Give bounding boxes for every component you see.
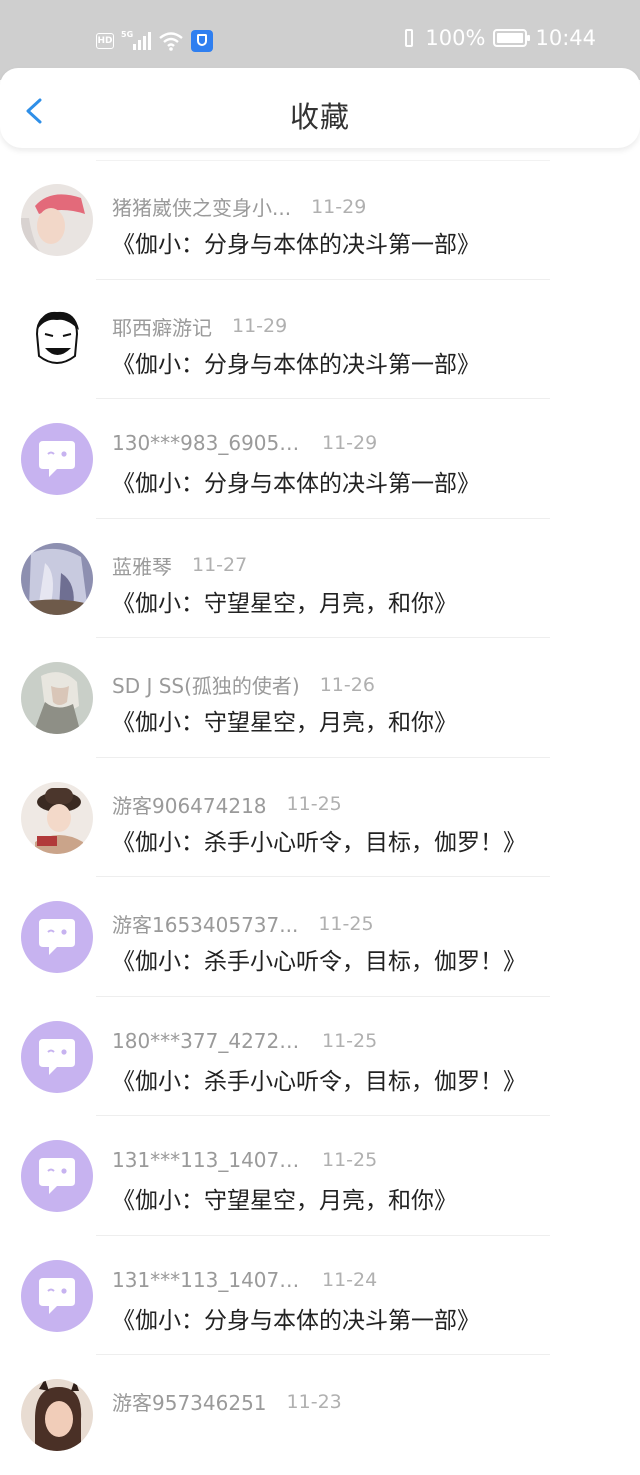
- date: 11-26: [319, 673, 375, 696]
- favorite-title[interactable]: 《伽小：守望星空，月亮，和你》: [112, 703, 457, 737]
- default-avatar-icon[interactable]: [21, 1140, 93, 1212]
- default-avatar-icon[interactable]: [21, 1020, 93, 1093]
- username: 130***983_69053...: [112, 431, 302, 455]
- username: 游客1653405737...: [112, 913, 299, 937]
- item-meta: SD J SS(孤独的使者) 11-26: [112, 670, 375, 699]
- battery-icon: [493, 29, 531, 47]
- list-item[interactable]: SD J SS(孤独的使者) 11-26 《伽小：守望星空，月亮，和你》: [0, 638, 640, 758]
- list-item[interactable]: 猪猪崴侠之变身小... 11-29 《伽小：分身与本体的决斗第一部》: [0, 160, 640, 280]
- list-item[interactable]: 游客1653405737... 11-25 《伽小：杀手小心听令，目标，伽罗！》: [0, 877, 640, 997]
- username: 蓝雅琴: [112, 554, 172, 579]
- hd-icon: HD: [96, 33, 114, 49]
- username: 131***113_14077...: [112, 1267, 302, 1292]
- favorite-title[interactable]: 《伽小：杀手小心听令，目标，伽罗！》: [112, 1062, 526, 1096]
- item-meta: 耶西癖游记 11-29: [112, 312, 287, 341]
- user-avatar[interactable]: [21, 781, 93, 854]
- security-shield-icon: [191, 30, 213, 52]
- vibrate-icon: [401, 27, 417, 49]
- date: 11-23: [286, 1390, 342, 1413]
- item-meta: 蓝雅琴 11-27: [112, 551, 247, 580]
- list-item[interactable]: 180***377_42725... 11-25 《伽小：杀手小心听令，目标，伽…: [0, 997, 640, 1116]
- status-icons-left: HD 5G: [96, 28, 213, 54]
- wifi-icon: [159, 32, 183, 51]
- user-avatar[interactable]: [21, 1379, 93, 1451]
- item-meta: 游客906474218 11-25: [112, 790, 342, 819]
- default-avatar-icon[interactable]: [21, 901, 93, 973]
- favorite-title[interactable]: 《伽小：守望星空，月亮，和你》: [112, 584, 457, 618]
- status-icons-right: 100% 10:44: [401, 26, 596, 50]
- username: 131***113_14077...: [112, 1148, 302, 1172]
- favorite-title[interactable]: 《伽小：分身与本体的决斗第一部》: [112, 225, 480, 259]
- list-item[interactable]: 游客906474218 11-25 《伽小：杀手小心听令，目标，伽罗！》: [0, 758, 640, 877]
- username: 游客957346251: [112, 1391, 267, 1415]
- item-meta: 131***113_14077... 11-24: [112, 1268, 377, 1292]
- item-meta: 游客957346251 11-23: [112, 1387, 342, 1416]
- date: 11-29: [322, 432, 378, 454]
- date: 11-25: [322, 1029, 378, 1052]
- header-bar: 收藏: [0, 68, 640, 148]
- list-item[interactable]: 游客957346251 11-23: [0, 1355, 640, 1475]
- date: 11-24: [322, 1268, 378, 1291]
- date: 11-27: [192, 554, 248, 576]
- username: 猪猪崴侠之变身小...: [112, 196, 292, 220]
- date: 11-29: [232, 315, 288, 337]
- item-meta: 猪猪崴侠之变身小... 11-29: [112, 192, 366, 221]
- list-item[interactable]: 131***113_14077... 11-25 《伽小：守望星空，月亮，和你》: [0, 1116, 640, 1236]
- user-avatar[interactable]: [21, 184, 93, 256]
- date: 11-25: [322, 1149, 378, 1171]
- favorite-title[interactable]: 《伽小：守望星空，月亮，和你》: [112, 1181, 457, 1215]
- list-item[interactable]: 130***983_69053... 11-29 《伽小：分身与本体的决斗第一部…: [0, 399, 640, 519]
- list-item[interactable]: 131***113_14077... 11-24 《伽小：分身与本体的决斗第一部…: [0, 1236, 640, 1355]
- list-item[interactable]: 耶西癖游记 11-29 《伽小：分身与本体的决斗第一部》: [0, 280, 640, 399]
- favorite-title[interactable]: 《伽小：分身与本体的决斗第一部》: [112, 345, 480, 379]
- user-avatar[interactable]: [21, 662, 93, 734]
- page-title: 收藏: [289, 100, 350, 134]
- 5g-signal-icon: 5G: [121, 30, 151, 52]
- username: 耶西癖游记: [112, 315, 212, 340]
- date: 11-29: [311, 195, 367, 218]
- battery-percent: 100%: [425, 26, 486, 50]
- favorite-title[interactable]: 《伽小：分身与本体的决斗第一部》: [112, 1301, 480, 1335]
- date: 11-25: [318, 912, 374, 935]
- default-avatar-icon[interactable]: [21, 1259, 93, 1332]
- user-avatar[interactable]: [21, 303, 93, 376]
- username: 游客906474218: [112, 793, 267, 818]
- list-item[interactable]: 蓝雅琴 11-27 《伽小：守望星空，月亮，和你》: [0, 519, 640, 638]
- item-meta: 130***983_69053... 11-29: [112, 431, 377, 455]
- favorite-title[interactable]: 《伽小：杀手小心听令，目标，伽罗！》: [112, 823, 526, 857]
- date: 11-25: [286, 793, 342, 815]
- favorite-title[interactable]: 《伽小：杀手小心听令，目标，伽罗！》: [112, 942, 526, 976]
- favorite-title[interactable]: 《伽小：分身与本体的决斗第一部》: [112, 464, 480, 498]
- item-meta: 131***113_14077... 11-25: [112, 1148, 377, 1172]
- item-meta: 180***377_42725... 11-25: [112, 1029, 377, 1053]
- favorites-list: 猪猪崴侠之变身小... 11-29 《伽小：分身与本体的决斗第一部》 耶西癖游记…: [0, 160, 640, 1475]
- default-avatar-icon[interactable]: [21, 423, 93, 495]
- clock: 10:44: [535, 26, 596, 50]
- user-avatar[interactable]: [21, 542, 93, 615]
- username: 180***377_42725...: [112, 1028, 302, 1053]
- item-meta: 游客1653405737... 11-25: [112, 909, 374, 938]
- username: SD J SS(孤独的使者): [112, 674, 300, 698]
- network-label: 5G: [121, 30, 134, 39]
